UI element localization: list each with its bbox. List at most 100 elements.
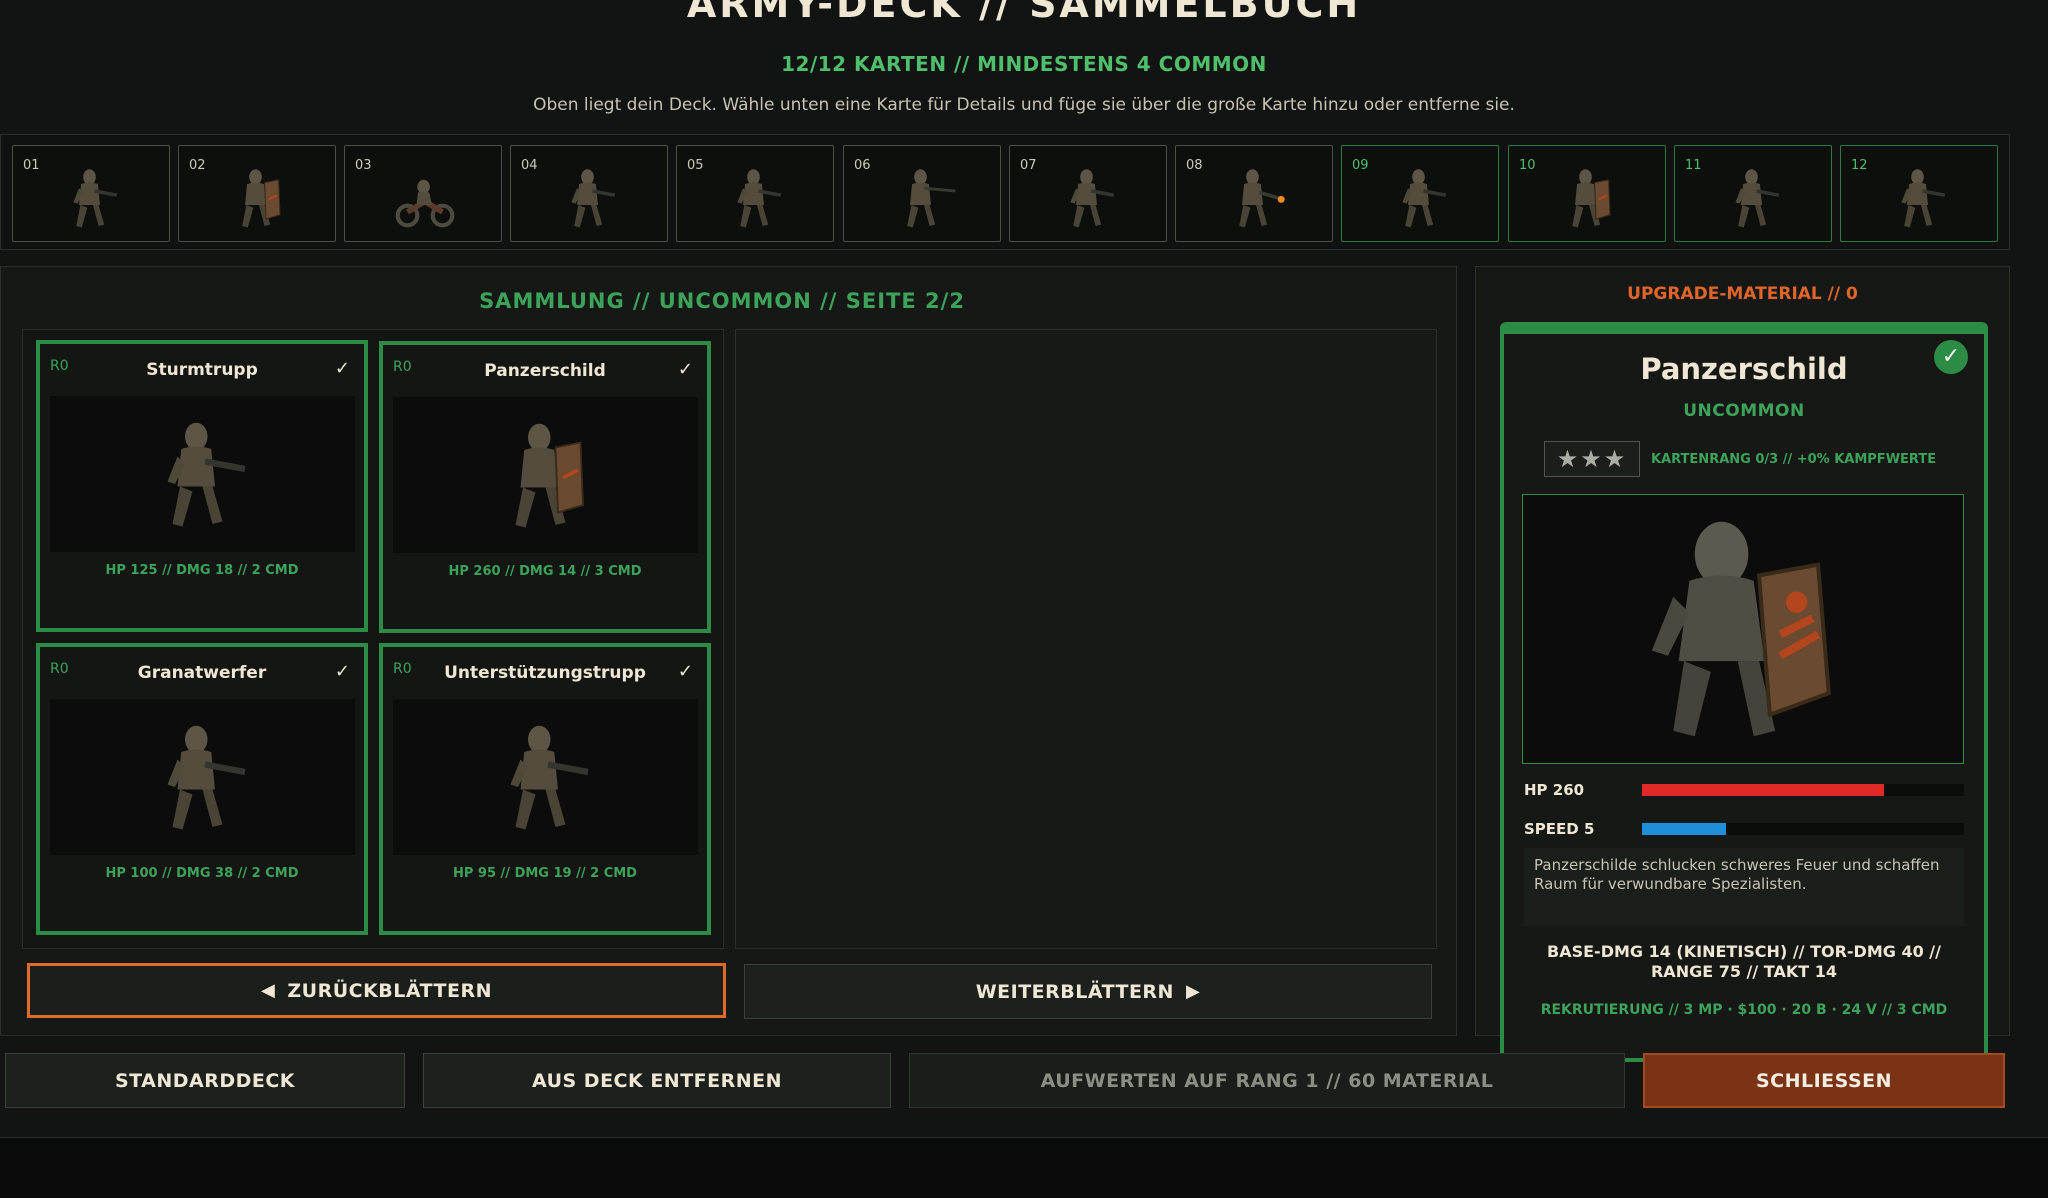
card-stats: HP 100 // DMG 38 // 2 CMD <box>105 866 299 881</box>
collection-card[interactable]: R0 Panzerschild ✓ HP 260 // DMG 14 // 3 CMD <box>379 341 711 633</box>
grenadier-icon <box>1402 169 1447 228</box>
deck-slot-number: 11 <box>1685 158 1702 173</box>
hp-bar-track <box>1642 784 1964 796</box>
arrow-right-icon: ▶ <box>1185 981 1201 1002</box>
selected-card[interactable]: ✓ Panzerschild UNCOMMON ★★★ KARTENRANG 0… <box>1500 322 1988 1062</box>
card-name: Panzerschild <box>484 361 606 381</box>
deck-slot[interactable]: 03 <box>344 145 502 242</box>
remove-from-deck-button[interactable]: AUS DECK ENTFERNEN <box>423 1053 891 1108</box>
grenadier-icon <box>1735 169 1780 228</box>
deck-slot[interactable]: 10 <box>1508 145 1666 242</box>
card-name: Granatwerfer <box>137 663 267 683</box>
shield-soldier-icon <box>242 169 281 228</box>
upgrade-material-counter: UPGRADE-MATERIAL // 0 <box>1627 284 1858 304</box>
card-art <box>393 699 698 855</box>
deck-slot-number: 05 <box>687 158 704 173</box>
rank-stars-icon: ★★★ <box>1544 441 1640 477</box>
deck-slot-number: 09 <box>1352 158 1369 173</box>
shield-soldier-icon <box>515 423 584 528</box>
header: ARMY-DECK // SAMMELBUCH 12/12 KARTEN // … <box>0 0 2048 130</box>
deck-slot-number: 03 <box>355 158 372 173</box>
page-title: ARMY-DECK // SAMMELBUCH <box>686 0 1362 26</box>
card-name: Unterstützungstrupp <box>444 663 646 683</box>
deck-slot-number: 04 <box>521 158 538 173</box>
standard-deck-button[interactable]: STANDARDDECK <box>5 1053 405 1108</box>
hp-bar-fill <box>1642 784 1884 796</box>
selected-card-rarity: UNCOMMON <box>1683 401 1805 421</box>
deck-slot-number: 12 <box>1851 158 1868 173</box>
deck-count-subtitle: 12/12 KARTEN // MINDESTENS 4 COMMON <box>781 52 1267 76</box>
card-stats: HP 125 // DMG 18 // 2 CMD <box>105 563 299 578</box>
deck-slot[interactable]: 08 <box>1175 145 1333 242</box>
deck-slot[interactable]: 05 <box>676 145 834 242</box>
deck-slot[interactable]: 11 <box>1674 145 1832 242</box>
flamethrower-icon <box>1239 169 1285 228</box>
motorbike-icon <box>395 179 455 228</box>
deck-slot[interactable]: 04 <box>510 145 668 242</box>
footer-bar <box>0 1138 2048 1198</box>
card-stats: HP 95 // DMG 19 // 2 CMD <box>453 866 637 881</box>
checkmark-icon: ✓ <box>677 359 693 380</box>
card-art <box>50 396 355 552</box>
checkmark-icon: ✓ <box>334 661 350 682</box>
rifle-soldier-icon <box>571 169 616 228</box>
scout-icon <box>1070 169 1115 228</box>
rifle-soldier-icon <box>737 169 782 228</box>
card-stats: HP 260 // DMG 14 // 3 CMD <box>448 564 642 579</box>
deck-strip: 01 02 03 04 05 06 07 08 09 10 11 12 <box>0 134 2010 250</box>
collection-card[interactable]: R0 Unterstützungstrupp ✓ HP 95 // DMG 19 //… <box>379 643 711 935</box>
upgrade-button[interactable]: AUFWERTEN AUF RANG 1 // 60 MATERIAL <box>909 1053 1625 1108</box>
selected-card-art <box>1522 494 1964 764</box>
collection-panel: SAMMLUNG // UNCOMMON // SEITE 2/2 R0 Stur… <box>0 266 1457 1036</box>
deck-slot[interactable]: 12 <box>1840 145 1998 242</box>
combat-stats: BASE-DMG 14 (KINETISCH) // TOR-DMG 40 //… <box>1547 942 1941 981</box>
card-rank-text: KARTENRANG 0/3 // +0% KAMPFWERTE <box>1651 452 1937 467</box>
next-page-label: WEITERBLÄTTERN <box>975 980 1174 1003</box>
recruitment-cost: REKRUTIERUNG // 3 MP · $100 · 20 B · 24 … <box>1540 1002 1948 1018</box>
deck-slot-number: 01 <box>23 158 40 173</box>
rifle-soldier-icon <box>167 422 246 527</box>
previous-page-label: ZURÜCKBLÄTTERN <box>287 979 492 1002</box>
card-description: Panzerschilde schlucken schweres Feuer u… <box>1524 848 1964 926</box>
deck-slot[interactable]: 01 <box>12 145 170 242</box>
deck-slot[interactable]: 07 <box>1009 145 1167 242</box>
sniper-icon <box>907 169 956 228</box>
support-gunner-icon <box>1901 169 1946 228</box>
speed-stat: SPEED 5 <box>1524 817 1964 841</box>
close-button[interactable]: SCHLIESSEN <box>1643 1053 2005 1108</box>
grenadier-icon <box>167 725 246 830</box>
deck-slot-number: 07 <box>1020 158 1037 173</box>
checkmark-icon: ✓ <box>334 358 350 379</box>
collection-card[interactable]: R0 Granatwerfer ✓ HP 100 // DMG 38 // 2 CMD <box>36 643 368 935</box>
arrow-left-icon: ◀ <box>261 980 276 1001</box>
empty-card-area <box>735 329 1437 949</box>
shield-soldier-icon <box>1572 169 1611 228</box>
selected-card-name: Panzerschild <box>1640 352 1848 386</box>
hp-stat: HP 260 <box>1524 778 1964 802</box>
deck-slot-number: 08 <box>1186 158 1203 173</box>
speed-bar-track <box>1642 823 1964 835</box>
support-gunner-icon <box>510 725 589 830</box>
deck-slot-number: 02 <box>189 158 206 173</box>
collection-title: SAMMLUNG // UNCOMMON // SEITE 2/2 <box>479 289 965 313</box>
card-art <box>393 397 698 553</box>
army-deck-screen: ARMY-DECK // SAMMELBUCH 12/12 KARTEN // … <box>0 0 2048 1198</box>
deck-slot[interactable]: 02 <box>178 145 336 242</box>
collection-card[interactable]: R0 Sturmtrupp ✓ HP 125 // DMG 18 // 2 CMD <box>36 340 368 632</box>
hp-label: HP 260 <box>1524 781 1585 799</box>
speed-label: SPEED 5 <box>1524 820 1595 838</box>
card-name: Sturmtrupp <box>146 360 258 380</box>
previous-page-button[interactable]: ◀ ZURÜCKBLÄTTERN <box>27 963 726 1018</box>
card-detail-panel: UPGRADE-MATERIAL // 0 ✓ Panzerschild UNC… <box>1475 266 2010 1062</box>
shield-soldier-icon <box>1651 521 1831 737</box>
deck-slot[interactable]: 09 <box>1341 145 1499 242</box>
deck-slot-number: 10 <box>1519 158 1536 173</box>
instructions-text: Oben liegt dein Deck. Wähle unten eine K… <box>533 95 1515 115</box>
deck-slot-number: 06 <box>854 158 871 173</box>
card-art <box>50 699 355 855</box>
checkmark-icon: ✓ <box>677 661 693 682</box>
collection-cards-area: R0 Sturmtrupp ✓ HP 125 // DMG 18 // 2 CMD R0… <box>22 329 724 949</box>
deck-slot[interactable]: 06 <box>843 145 1001 242</box>
next-page-button[interactable]: WEITERBLÄTTERN ▶ <box>744 964 1432 1019</box>
rifle-soldier-icon <box>73 169 118 228</box>
